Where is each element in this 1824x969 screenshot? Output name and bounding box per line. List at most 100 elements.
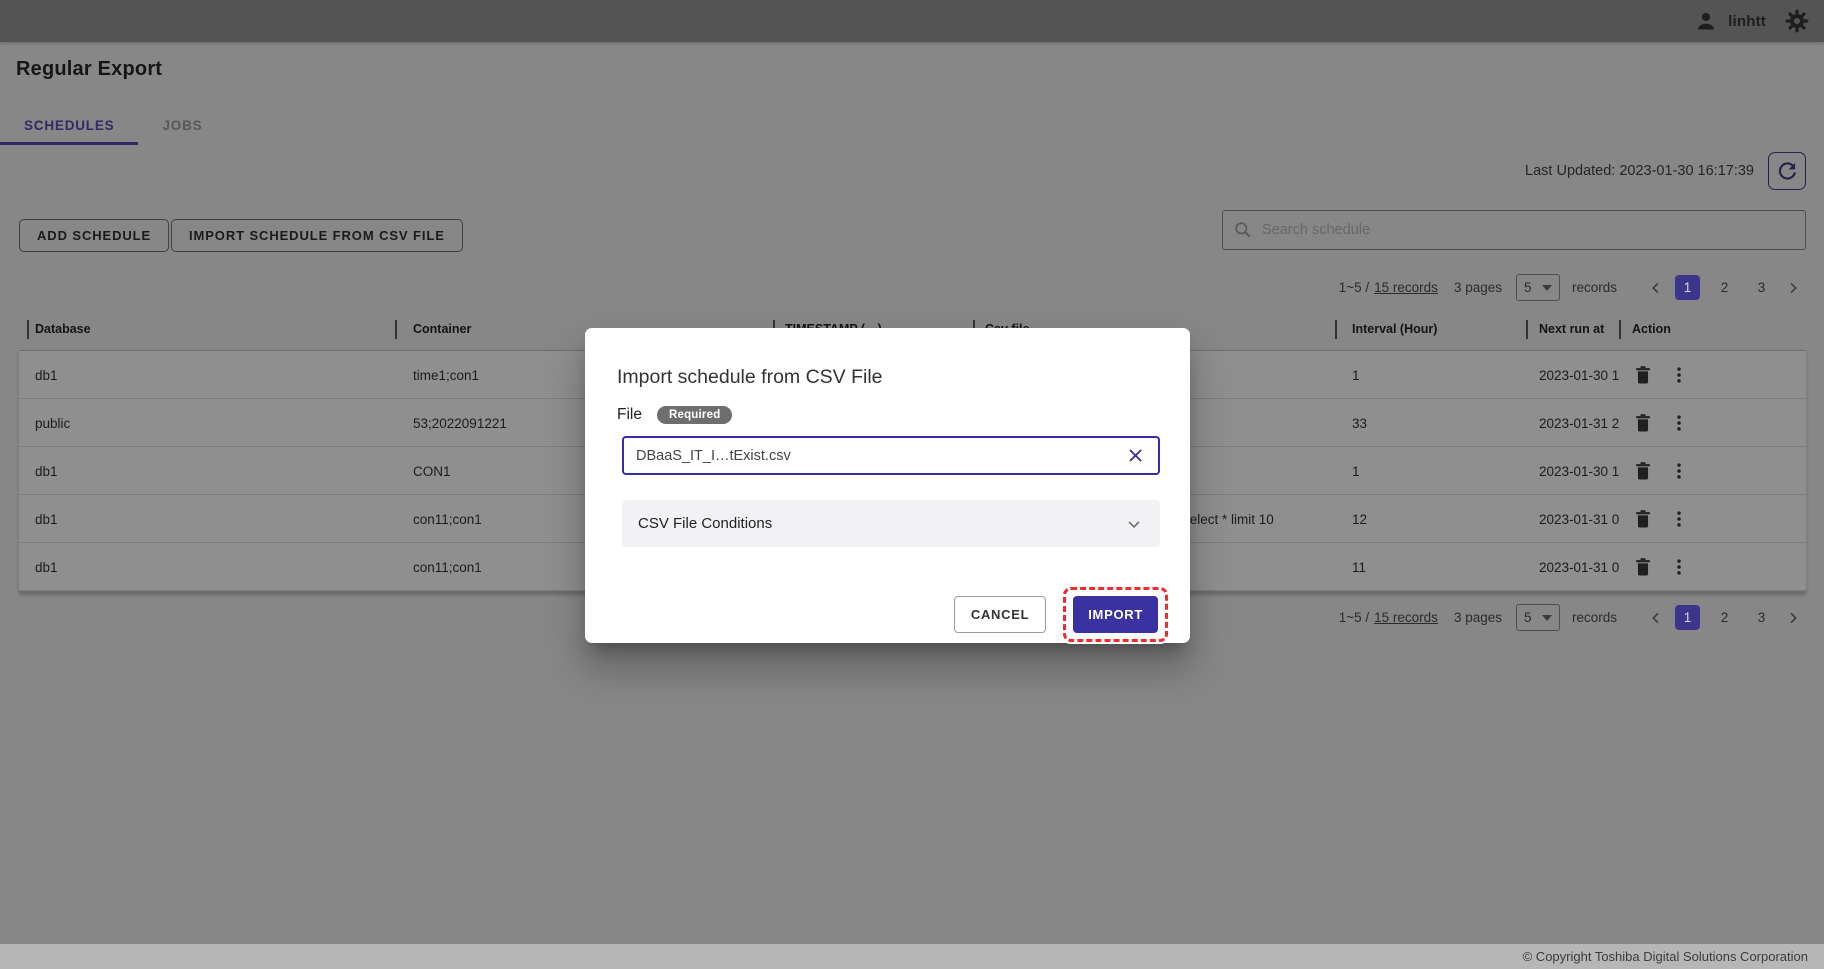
caret-down-icon: [1542, 285, 1552, 291]
page-number-2[interactable]: 2: [1712, 275, 1737, 300]
page-size-select[interactable]: 5: [1516, 274, 1560, 301]
cell-container: 53;2022091221: [413, 399, 507, 447]
search-input[interactable]: [1262, 222, 1795, 238]
page-title: Regular Export: [16, 58, 162, 81]
header-divider: [1526, 320, 1528, 339]
cell-condition: select * limit 10: [1183, 495, 1274, 543]
pagination-range: 1~5 /: [1339, 610, 1369, 625]
page-number-3[interactable]: 3: [1749, 275, 1774, 300]
cell-container: CON1: [413, 447, 451, 495]
page-size-value: 5: [1524, 280, 1532, 295]
file-label: File: [617, 406, 642, 424]
close-x-icon: [1126, 446, 1145, 465]
caret-down-icon: [1542, 615, 1552, 621]
kebab-menu-icon[interactable]: [1669, 399, 1689, 447]
page-number-2[interactable]: 2: [1712, 605, 1737, 630]
delete-trash-icon[interactable]: [1632, 399, 1654, 447]
tab-schedules[interactable]: SCHEDULES: [0, 108, 138, 142]
tab-jobs[interactable]: JOBS: [138, 108, 226, 142]
delete-trash-icon[interactable]: [1632, 447, 1654, 495]
username-label[interactable]: linhtt: [1728, 13, 1766, 30]
user-avatar-icon: [1694, 9, 1718, 33]
records-word-label: records: [1572, 280, 1617, 295]
cell-container: time1;con1: [413, 351, 479, 399]
refresh-icon: [1776, 160, 1798, 182]
chevron-right-icon[interactable]: [1780, 605, 1806, 631]
footer: © Copyright Toshiba Digital Solutions Co…: [0, 944, 1824, 969]
required-badge: Required: [657, 406, 732, 424]
pagination-bottom: 1~5 / 15 records 3 pages 5 records 1 2 3: [1339, 604, 1806, 631]
dialog-title: Import schedule from CSV File: [617, 366, 883, 389]
import-csv-dialog: Import schedule from CSV File File Requi…: [585, 328, 1190, 643]
clear-file-button[interactable]: [1124, 445, 1146, 467]
search-box[interactable]: [1222, 210, 1806, 250]
file-name-input[interactable]: [636, 448, 1124, 464]
cell-container: con11;con1: [413, 495, 482, 543]
kebab-menu-icon[interactable]: [1669, 447, 1689, 495]
col-header-container: Container: [413, 322, 471, 336]
cell-interval: 1: [1352, 351, 1360, 399]
gear-icon[interactable]: [1784, 8, 1810, 34]
cell-container: con11;con1: [413, 543, 482, 591]
chevron-right-icon[interactable]: [1780, 275, 1806, 301]
cell-database: db1: [35, 447, 58, 495]
cell-database: public: [35, 399, 70, 447]
pagination-top: 1~5 / 15 records 3 pages 5 records 1 2 3: [1339, 274, 1806, 301]
meta-row: Last Updated: 2023-01-30 16:17:39: [1525, 152, 1806, 190]
records-count-link[interactable]: 15 records: [1374, 610, 1438, 625]
col-header-database: Database: [35, 322, 91, 336]
cell-next-run: 2023-01-31 0: [1539, 495, 1619, 543]
pages-count-label: 3 pages: [1454, 280, 1502, 295]
import-schedule-csv-button[interactable]: IMPORT SCHEDULE FROM CSV FILE: [171, 219, 463, 252]
page-size-value: 5: [1524, 610, 1532, 625]
kebab-menu-icon[interactable]: [1669, 495, 1689, 543]
file-input-field[interactable]: [622, 436, 1160, 475]
cell-interval: 11: [1352, 543, 1366, 591]
last-updated-label: Last Updated: 2023-01-30 16:17:39: [1525, 163, 1754, 179]
delete-trash-icon[interactable]: [1632, 543, 1654, 591]
cell-next-run: 2023-01-30 1: [1539, 351, 1619, 399]
cell-interval: 33: [1352, 399, 1367, 447]
cell-interval: 1: [1352, 447, 1360, 495]
chevron-down-icon: [1124, 514, 1144, 534]
cell-database: db1: [35, 495, 58, 543]
page-number-1[interactable]: 1: [1675, 275, 1700, 300]
delete-trash-icon[interactable]: [1632, 351, 1654, 399]
file-field-label-row: File Required: [617, 406, 732, 424]
header-divider: [1619, 320, 1621, 339]
page-number-1[interactable]: 1: [1675, 605, 1700, 630]
col-header-action: Action: [1632, 322, 1671, 336]
header-divider: [395, 320, 397, 339]
pages-count-label: 3 pages: [1454, 610, 1502, 625]
page-size-select[interactable]: 5: [1516, 604, 1560, 631]
kebab-menu-icon[interactable]: [1669, 543, 1689, 591]
cell-database: db1: [35, 543, 58, 591]
import-button[interactable]: IMPORT: [1073, 596, 1158, 633]
kebab-menu-icon[interactable]: [1669, 351, 1689, 399]
regular-export-page: linhtt: [0, 0, 1824, 969]
records-word-label: records: [1572, 610, 1617, 625]
cancel-button[interactable]: CANCEL: [954, 596, 1046, 633]
cell-database: db1: [35, 351, 58, 399]
tab-bar: SCHEDULES JOBS: [0, 108, 226, 142]
page-number-3[interactable]: 3: [1749, 605, 1774, 630]
add-schedule-button[interactable]: ADD SCHEDULE: [19, 219, 169, 252]
header-divider: [1335, 320, 1337, 339]
delete-trash-icon[interactable]: [1632, 495, 1654, 543]
chevron-left-icon[interactable]: [1643, 275, 1669, 301]
cell-next-run: 2023-01-31 0: [1539, 543, 1619, 591]
header-divider: [27, 320, 29, 339]
copyright-label: © Copyright Toshiba Digital Solutions Co…: [1523, 949, 1808, 964]
records-count-link[interactable]: 15 records: [1374, 280, 1438, 295]
csv-conditions-expander[interactable]: CSV File Conditions: [622, 500, 1160, 547]
topbar: linhtt: [0, 0, 1824, 42]
dialog-actions: CANCEL IMPORT: [954, 596, 1158, 633]
cell-next-run: 2023-01-30 1: [1539, 447, 1619, 495]
refresh-button[interactable]: [1768, 152, 1806, 190]
chevron-left-icon[interactable]: [1643, 605, 1669, 631]
cell-next-run: 2023-01-31 2: [1539, 399, 1619, 447]
col-header-interval: Interval (Hour): [1352, 322, 1437, 336]
pagination-range: 1~5 /: [1339, 280, 1369, 295]
csv-conditions-label: CSV File Conditions: [638, 515, 772, 532]
actions-row: ADD SCHEDULE IMPORT SCHEDULE FROM CSV FI…: [0, 210, 1824, 254]
